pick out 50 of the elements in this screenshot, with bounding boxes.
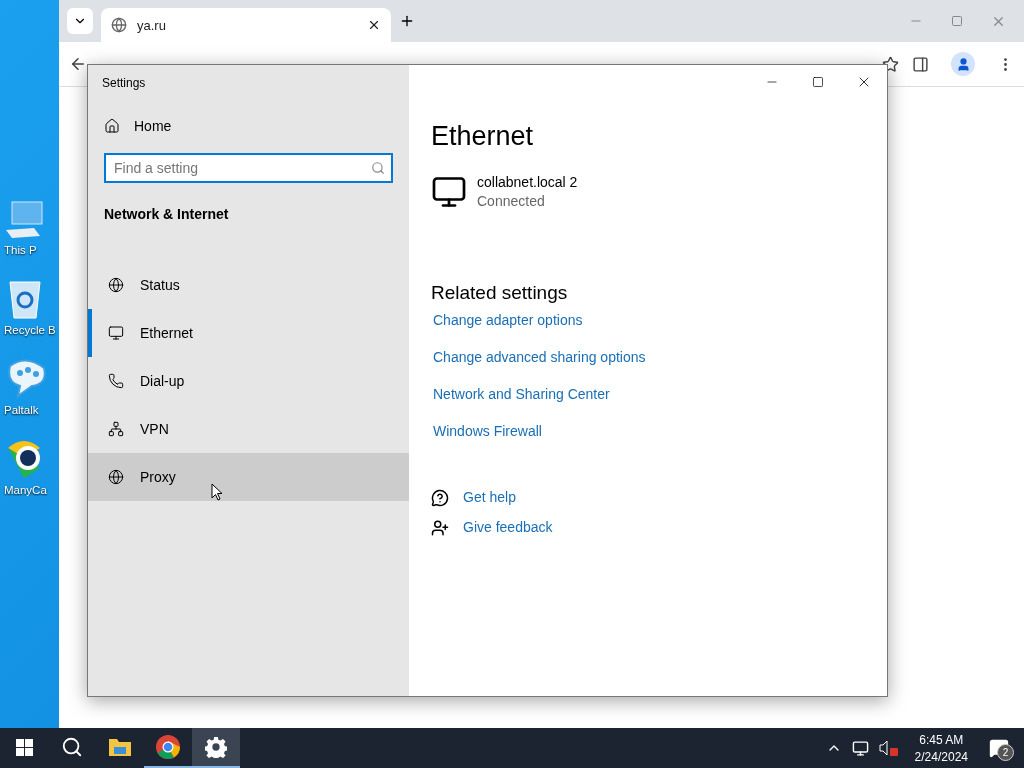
nav-item[interactable]: Status: [88, 261, 409, 309]
monitor-icon: [108, 325, 124, 341]
globe-icon: [108, 277, 124, 293]
globe-icon: [111, 17, 127, 33]
back-icon[interactable]: [69, 55, 87, 73]
tab-list-button[interactable]: [67, 8, 93, 34]
gear-icon: [205, 736, 227, 758]
clock[interactable]: 6:45 AM 2/24/2024: [908, 732, 974, 764]
person-icon: [431, 519, 449, 537]
globe-icon: [108, 469, 124, 485]
profile-avatar[interactable]: [951, 52, 975, 76]
connection-status: Connected: [477, 193, 546, 209]
notification-button[interactable]: 2: [984, 733, 1014, 763]
chrome-icon: [155, 734, 181, 760]
browser-tab[interactable]: ya.ru: [101, 8, 391, 42]
home-link[interactable]: Home: [88, 103, 409, 149]
home-icon: [104, 118, 120, 134]
star-icon[interactable]: [882, 55, 899, 73]
settings-link[interactable]: Network and Sharing Center: [433, 386, 610, 402]
nav-item[interactable]: Proxy: [88, 453, 409, 501]
settings-link[interactable]: Windows Firewall: [433, 423, 542, 439]
side-panel-icon[interactable]: [912, 55, 929, 73]
mouse-cursor-icon: [211, 483, 223, 501]
maximize-icon: [812, 76, 824, 88]
connection-name[interactable]: collabnet.local 2: [477, 174, 578, 190]
muted-speaker-icon[interactable]: [878, 740, 899, 756]
computer-icon[interactable]: [4, 200, 46, 240]
nav-item[interactable]: VPN: [88, 405, 409, 453]
window-title: Settings: [101, 75, 147, 92]
monitor-icon: [431, 174, 467, 210]
search-icon: [61, 736, 83, 758]
settings-link[interactable]: Change adapter options: [433, 312, 583, 328]
help-icon: [431, 489, 449, 507]
taskbar-app-button[interactable]: [192, 728, 240, 768]
windows-logo-icon: [15, 738, 33, 756]
close-icon[interactable]: [367, 18, 381, 32]
phone-icon: [108, 373, 124, 389]
nav-item[interactable]: Dial-up: [88, 357, 409, 405]
person-icon: [955, 56, 971, 72]
help-link[interactable]: Get help: [463, 489, 516, 505]
folder-icon: [108, 737, 132, 757]
search-icon: [371, 161, 385, 175]
help-link[interactable]: Give feedback: [463, 519, 553, 535]
section-heading: Network & Internet: [103, 205, 230, 224]
new-tab-icon[interactable]: [399, 13, 415, 29]
page-title: Ethernet: [431, 121, 535, 152]
section-heading: Related settings: [431, 282, 569, 304]
search-field[interactable]: Find a setting: [104, 153, 393, 183]
maximize-icon[interactable]: [951, 15, 963, 27]
settings-link[interactable]: Change advanced sharing options: [433, 349, 646, 365]
